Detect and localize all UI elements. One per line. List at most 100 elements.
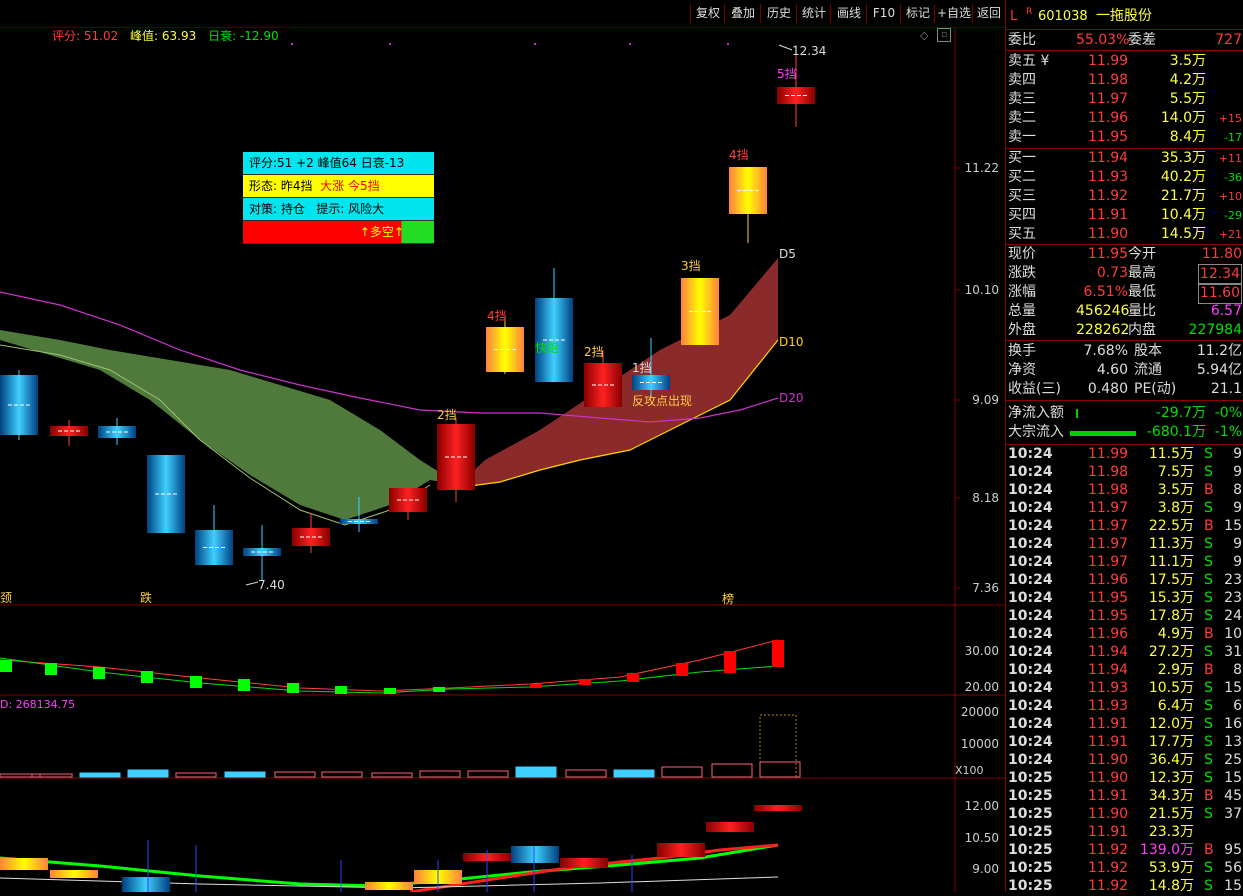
sub3-tick-1: 10.50 xyxy=(965,831,999,845)
candle-15[interactable] xyxy=(729,167,767,214)
sub1-bar-8 xyxy=(384,688,396,694)
toolbar-btn-3[interactable]: 统计 xyxy=(796,4,831,23)
bid-row-0: 买一 11.94 35.3万 +11 xyxy=(1008,150,1242,166)
info-score-line: 评分:51 +2 峰值64 日衰-13 xyxy=(243,152,434,175)
bottom-label-2: 榜 xyxy=(722,591,734,606)
toolbar-btn-7[interactable]: +自选 xyxy=(934,4,973,23)
line-label-d5: D5 xyxy=(779,247,796,261)
bottom-label-1: 跌 xyxy=(140,590,152,605)
sub1-bar-15 xyxy=(772,640,784,667)
candle-2[interactable] xyxy=(98,426,136,438)
weibi-row: 委比 55.03% 委差 727 xyxy=(1008,32,1242,48)
kline-chart[interactable]: 11.22 10.10 9.09 8.18 7.36 12.34 7.40 D5 D10 D20… xyxy=(0,27,1005,892)
price-tick-label-0: 11.22 xyxy=(965,161,999,175)
candle-9[interactable] xyxy=(437,424,475,490)
trade-row-15: 10:24 11.91 12.0万 S 16 xyxy=(1008,716,1242,732)
fund-row-1: 净资 4.60 流通 5.94亿 xyxy=(1008,362,1242,378)
low-marker-line xyxy=(245,581,259,586)
indicator-readout: 评分: 51.02 峰值: 63.93 日衰: -12.90 xyxy=(52,27,279,44)
flow-row-0: 净流入额 -29.7万 -0% xyxy=(1008,405,1242,421)
ask-row-3: 卖二 11.96 14.0万 +15 xyxy=(1008,110,1242,126)
sub1-bar-10 xyxy=(530,684,542,688)
toolbar-btn-1[interactable]: 叠加 xyxy=(724,4,761,23)
price-tick-label-4: 7.36 xyxy=(972,581,999,595)
annotation-5: 2挡 xyxy=(584,345,604,359)
candle-6[interactable] xyxy=(292,528,330,546)
decay-readout: 日衰: -12.90 xyxy=(208,29,279,43)
trade-row-19: 10:25 11.91 34.3万 B 45 xyxy=(1008,788,1242,804)
candle-16[interactable] xyxy=(777,87,815,104)
info-pattern: 形态: 昨4挡 xyxy=(249,179,313,193)
trade-row-0: 10:24 11.99 11.5万 S 9 xyxy=(1008,446,1242,462)
sub2-bar-9 xyxy=(419,770,461,778)
diamond-icon[interactable]: ◇ xyxy=(920,29,928,42)
toolbar-btn-4[interactable]: 画线 xyxy=(830,4,867,23)
annotation-6: 1挡 xyxy=(632,361,652,375)
sub3-candle-6 xyxy=(511,846,559,863)
sub2-bar-13 xyxy=(613,769,655,778)
sub1-tick-1: 20.00 xyxy=(965,680,999,694)
bid-row-4: 买五 11.90 14.5万 +21 xyxy=(1008,226,1242,242)
trade-row-18: 10:25 11.90 12.3万 S 15 xyxy=(1008,770,1242,786)
candle-14[interactable] xyxy=(681,278,719,345)
sub3-candle-1 xyxy=(50,870,98,878)
candle-0[interactable] xyxy=(0,375,38,435)
trade-row-24: 10:25 11.92 14.8万 S 15 xyxy=(1008,878,1242,894)
quote-row-4: 外盘 228262 内盘 227984 xyxy=(1008,322,1242,338)
trade-row-17: 10:24 11.90 36.4万 S 25 xyxy=(1008,752,1242,768)
sub3-candle-8 xyxy=(657,843,705,857)
toolbar-btn-5[interactable]: F10 xyxy=(866,4,901,23)
trade-row-9: 10:24 11.95 17.8万 S 24 xyxy=(1008,608,1242,624)
bid-row-2: 买三 11.92 21.7万 +10 xyxy=(1008,188,1242,204)
top-dot-0 xyxy=(291,43,293,45)
toolbar-btn-2[interactable]: 历史 xyxy=(760,4,797,23)
quote-row-0: 现价 11.95 今开 11.80 xyxy=(1008,246,1242,262)
quote-row-3: 总量 456246 量比 6.57 xyxy=(1008,303,1242,319)
window-toggle-icon[interactable]: ▫ xyxy=(937,28,951,42)
annotation-3: 4挡 xyxy=(487,309,507,323)
sub1-bar-13 xyxy=(676,663,688,676)
line-label-d10: D10 xyxy=(779,335,804,349)
trade-row-7: 10:24 11.96 17.5万 S 23 xyxy=(1008,572,1242,588)
sub2-value-label: D: 268134.75 xyxy=(0,698,75,711)
info-pattern-today: 大涨 今5挡 xyxy=(320,179,380,193)
high-marker-label: 12.34 xyxy=(792,44,826,58)
sub1-line-green xyxy=(0,657,779,694)
candle-13[interactable] xyxy=(632,375,670,390)
trade-row-23: 10:25 11.92 53.9万 S 56 xyxy=(1008,860,1242,876)
sub1-bar-12 xyxy=(627,673,639,682)
market-tag: L xyxy=(1010,9,1018,24)
sub3-candle-3 xyxy=(365,882,413,890)
candle-8[interactable] xyxy=(389,488,427,512)
stock-code: 601038 xyxy=(1038,9,1088,24)
top-dot-1 xyxy=(389,43,391,45)
sep-quote xyxy=(1006,340,1243,341)
bottom-label-0: 颈 xyxy=(0,591,12,605)
sub1-bar-6 xyxy=(287,683,299,693)
toolbar-btn-6[interactable]: 标记 xyxy=(900,4,935,23)
price-tick-label-1: 10.10 xyxy=(965,283,999,297)
sep-header xyxy=(1006,29,1243,30)
toolbar-btn-8[interactable]: 返回 xyxy=(972,4,1005,23)
candle-12[interactable] xyxy=(584,363,622,407)
candle-4[interactable] xyxy=(195,530,233,565)
candle-3[interactable] xyxy=(147,455,185,533)
trade-row-13: 10:24 11.93 10.5万 S 15 xyxy=(1008,680,1242,696)
candle-5[interactable] xyxy=(243,548,281,556)
bid-row-3: 买四 11.91 10.4万 -29 xyxy=(1008,207,1242,223)
candle-11[interactable] xyxy=(535,298,573,382)
annotation-8: 反攻点出现 xyxy=(632,394,692,408)
trade-row-14: 10:24 11.93 6.4万 S 6 xyxy=(1008,698,1242,714)
toolbar-btn-0[interactable]: 复权 xyxy=(690,4,725,23)
candle-1[interactable] xyxy=(50,426,88,436)
candle-10[interactable] xyxy=(486,327,524,372)
ask-row-0: 卖五 ¥11.99 3.5万 xyxy=(1008,53,1206,69)
trade-row-8: 10:24 11.95 15.3万 S 23 xyxy=(1008,590,1242,606)
sub1-bar-4 xyxy=(190,676,202,688)
signal-info-box: 评分:51 +2 峰值64 日衰-13 形态: 昨4挡 大涨 今5挡 对策: 持… xyxy=(243,152,434,244)
quote-row-2: 涨幅 6.51% 最低 11.60 xyxy=(1006,283,1243,304)
sub2-bar-1 xyxy=(31,773,73,778)
candle-7[interactable] xyxy=(340,519,378,524)
fund-row-0: 换手 7.68% 股本 11.2亿 xyxy=(1008,343,1242,359)
bid-row-1: 买二 11.93 40.2万 -36 xyxy=(1008,169,1242,185)
